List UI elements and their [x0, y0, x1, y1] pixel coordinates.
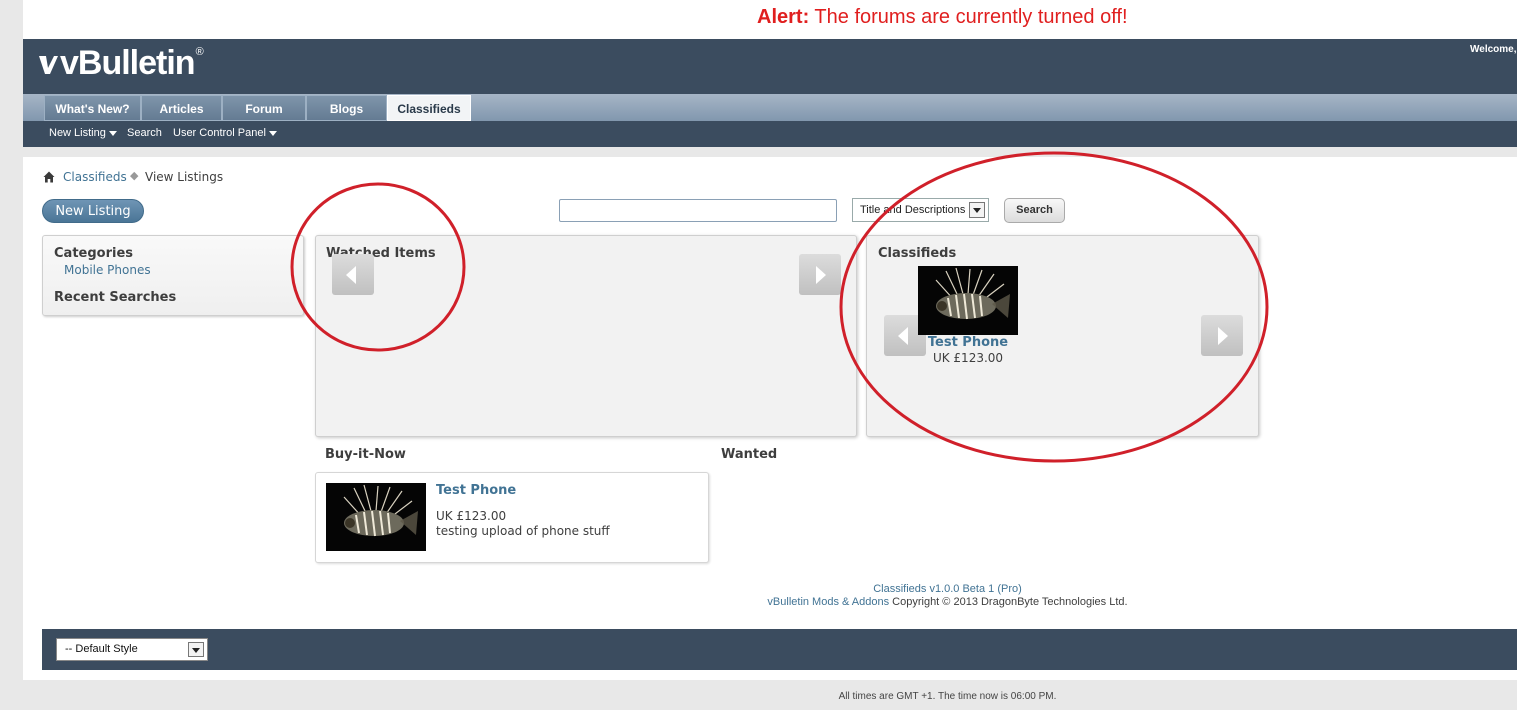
recent-searches-title: Recent Searches — [54, 290, 177, 305]
welcome-text: Welcome, — [1470, 44, 1517, 55]
search-scope-value: Title and Descriptions — [860, 204, 966, 216]
subnav-new-listing[interactable]: New Listing — [49, 127, 117, 139]
site-header — [23, 39, 1517, 94]
new-listing-button[interactable]: New Listing — [42, 199, 144, 223]
subnav-user-control-panel[interactable]: User Control Panel — [173, 127, 277, 139]
buy-it-now-item-description: testing upload of phone stuff — [436, 524, 610, 538]
watched-items-panel — [315, 235, 857, 437]
alert-message: The forums are currently turned off! — [809, 6, 1128, 28]
time-value: 06:00 PM — [1010, 691, 1054, 702]
buy-it-now-title: Buy-it-Now — [325, 447, 406, 462]
arrow-left-icon[interactable] — [332, 254, 374, 295]
tab-blogs[interactable]: Blogs — [306, 95, 387, 121]
categories-title: Categories — [54, 246, 134, 261]
forums-off-alert: Alert: The forums are currently turned o… — [757, 6, 1128, 29]
search-button[interactable]: Search — [1004, 198, 1065, 223]
lionfish-thumbnail[interactable] — [326, 483, 426, 551]
logo-registered: ® — [195, 46, 204, 58]
arrow-right-icon[interactable] — [799, 254, 841, 295]
breadcrumb-classifieds[interactable]: Classifieds — [63, 170, 127, 184]
lionfish-thumbnail[interactable] — [918, 266, 1018, 335]
chevron-down-icon[interactable] — [188, 642, 204, 657]
classifieds-item-price: UK £123.00 — [932, 351, 1004, 365]
breadcrumb-current: View Listings — [145, 170, 224, 184]
time-prefix: All times are GMT +1. The time now is — [838, 691, 1011, 702]
subnav-user-cp-label: User Control Panel — [173, 127, 266, 139]
time-note: All times are GMT +1. The time now is 06… — [720, 691, 1175, 702]
chevron-down-icon — [108, 130, 117, 136]
chevron-down-icon — [268, 130, 277, 136]
buy-it-now-item-title[interactable]: Test Phone — [436, 483, 516, 498]
home-icon[interactable] — [43, 171, 55, 183]
logo-mark-icon — [37, 48, 59, 74]
wanted-title: Wanted — [721, 447, 778, 462]
tab-whats-new[interactable]: What's New? — [44, 95, 141, 121]
breadcrumb-separator-icon: ◆ — [130, 169, 139, 182]
search-scope-select[interactable]: Title and Descriptions — [852, 198, 989, 222]
classifieds-title: Classifieds — [878, 246, 957, 261]
vbulletin-logo[interactable]: vBulletin® — [37, 44, 204, 83]
footer-bar — [42, 629, 1517, 670]
alert-label: Alert: — [757, 6, 810, 28]
subnav-search[interactable]: Search — [127, 127, 162, 139]
tab-articles[interactable]: Articles — [141, 95, 222, 121]
category-mobile-phones[interactable]: Mobile Phones — [64, 263, 151, 277]
product-version-link[interactable]: Classifieds v1.0.0 Beta 1 (Pro) — [800, 583, 1095, 595]
buy-it-now-item-price: UK £123.00 — [436, 509, 507, 523]
tab-forum[interactable]: Forum — [222, 95, 306, 121]
time-suffix: . — [1053, 691, 1057, 702]
mods-addons-link[interactable]: vBulletin Mods & Addons — [767, 596, 889, 608]
style-chooser-value: -- Default Style — [65, 643, 138, 655]
subnav-new-listing-label: New Listing — [49, 127, 106, 139]
copyright-line: vBulletin Mods & Addons Copyright © 2013… — [700, 596, 1195, 608]
classifieds-item-title[interactable]: Test Phone — [918, 335, 1018, 350]
copyright-text: Copyright © 2013 DragonByte Technologies… — [889, 596, 1128, 608]
search-input[interactable] — [559, 199, 837, 222]
style-chooser-select[interactable]: -- Default Style — [56, 638, 208, 661]
tab-classifieds[interactable]: Classifieds — [387, 95, 471, 121]
chevron-down-icon[interactable] — [969, 202, 985, 218]
logo-text: vBulletin — [60, 44, 196, 82]
arrow-right-icon[interactable] — [1201, 315, 1243, 356]
